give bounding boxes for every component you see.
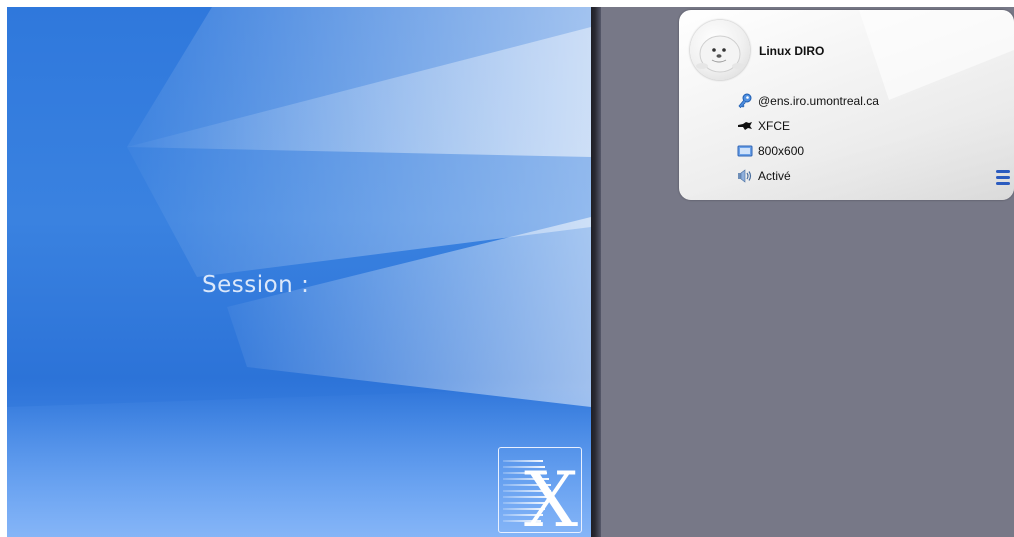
- key-icon: [737, 93, 753, 109]
- panel-divider: [591, 7, 601, 537]
- sound-row: Activé: [737, 167, 791, 185]
- session-type: XFCE: [758, 119, 791, 133]
- server-address: @ens.iro.umontreal.ca: [758, 94, 879, 108]
- x2go-client-window: Session : X Linux DIRO @ens.iro.umontrea…: [0, 0, 1014, 537]
- display-resolution: 800x600: [758, 144, 805, 158]
- resolution-row: 800x600: [737, 142, 804, 160]
- sound-icon: [737, 168, 753, 184]
- session-card[interactable]: Linux DIRO @ens.iro.umontreal.ca XFCE 80…: [679, 10, 1014, 200]
- session-name: Linux DIRO: [759, 44, 825, 58]
- hamburger-menu-icon[interactable]: [996, 170, 1010, 186]
- server-row: @ens.iro.umontreal.ca: [737, 92, 879, 110]
- display-resolution-icon: [737, 143, 753, 159]
- login-panel: Session : X: [7, 7, 591, 537]
- desktop-environment-icon: [737, 118, 753, 134]
- sound-status: Activé: [758, 169, 791, 183]
- session-label: Session :: [202, 272, 310, 298]
- seal-mascot-icon: [696, 35, 744, 73]
- avatar: [690, 20, 750, 80]
- session-type-row: XFCE: [737, 117, 790, 135]
- svg-text:X: X: [524, 455, 578, 533]
- x2go-logo-icon: X: [498, 447, 582, 533]
